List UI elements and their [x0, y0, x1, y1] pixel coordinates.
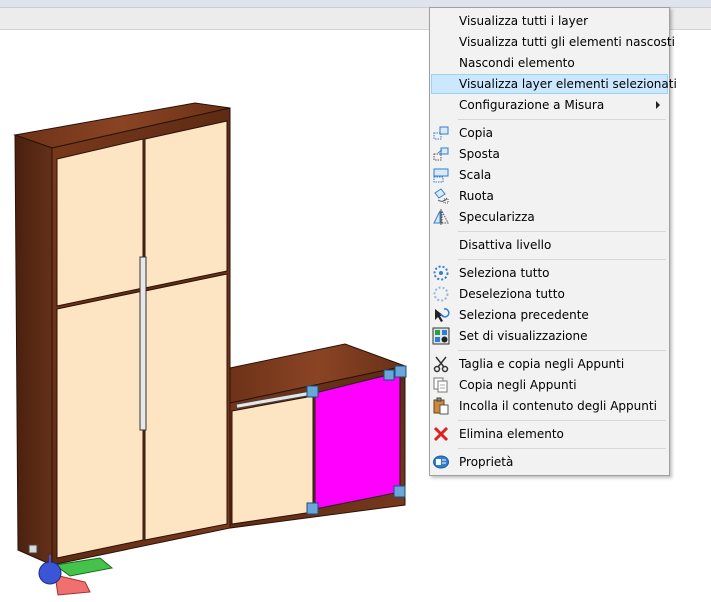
- menu-item-label: Set di visualizzazione: [459, 329, 588, 343]
- menu-item-label: Incolla il contenuto degli Appunti: [459, 399, 657, 413]
- low-cabinet-door: [231, 395, 314, 525]
- menu-separator: [458, 259, 666, 260]
- menu-item-label: Elimina elemento: [459, 427, 564, 441]
- move-icon: [432, 145, 450, 163]
- menu-item-label: Ruota: [459, 189, 494, 203]
- scissors-icon: [432, 355, 450, 373]
- menu-item-show-all-layers[interactable]: Visualizza tutti i layer: [431, 11, 668, 31]
- low-cabinet[interactable]: [229, 343, 407, 529]
- submenu-arrow-icon: [656, 101, 660, 109]
- menu-item-label: Proprietà: [459, 455, 514, 469]
- menu-item-paste[interactable]: Incolla il contenuto degli Appunti: [431, 396, 668, 416]
- cabinet-foot-left: [28, 544, 38, 554]
- menu-item-label: Configurazione a Misura: [459, 98, 605, 112]
- selected-panel: [314, 371, 401, 510]
- grip-top-right-a: [383, 369, 395, 381]
- display-set-icon: [432, 327, 450, 345]
- tall-cabinet-side: [14, 134, 53, 566]
- menu-item-custom-configuration[interactable]: Configurazione a Misura: [431, 95, 668, 115]
- menu-item-label: Scala: [459, 168, 492, 182]
- menu-item-label: Disattiva livello: [459, 238, 552, 252]
- menu-item-label: Copia: [459, 126, 494, 140]
- menu-item-label: Visualizza tutti gli elementi nascosti: [459, 35, 675, 49]
- menu-item-disable-level[interactable]: Disattiva livello: [431, 235, 668, 255]
- door-upper-left: [56, 138, 144, 307]
- menu-separator: [458, 119, 666, 120]
- context-menu: Visualizza tutti i layer Visualizza tutt…: [429, 7, 677, 476]
- menu-item-hide-element[interactable]: Nascondi elemento: [431, 53, 668, 73]
- mirror-icon: [432, 208, 450, 226]
- menu-item-label: Visualizza tutti i layer: [459, 14, 589, 28]
- menu-separator: [458, 350, 666, 351]
- properties-icon: [432, 453, 450, 471]
- menu-item-label: Deseleziona tutto: [459, 287, 565, 301]
- delete-x-icon: [432, 425, 450, 443]
- grip-bottom-left: [306, 502, 319, 515]
- menu-item-move[interactable]: Sposta: [431, 144, 668, 164]
- vertical-handle: [139, 256, 147, 431]
- menu-item-label: Seleziona tutto: [459, 266, 550, 280]
- clipboard-copy-icon: [432, 376, 450, 394]
- menu-separator: [458, 420, 666, 421]
- menu-item-mirror[interactable]: Specularizza: [431, 207, 668, 227]
- paste-icon: [432, 397, 450, 415]
- menu-item-label: Specularizza: [459, 210, 535, 224]
- menu-item-show-selected-layers[interactable]: Visualizza layer elementi selezionati: [431, 74, 677, 94]
- deselect-all-icon: [432, 285, 450, 303]
- door-lower-right: [144, 273, 228, 541]
- menu-item-label: Visualizza layer elementi selezionati: [459, 77, 677, 91]
- rotate-icon: [432, 187, 450, 205]
- menu-item-properties[interactable]: Proprietà: [431, 452, 668, 472]
- menu-item-deselect-all[interactable]: Deseleziona tutto: [431, 284, 668, 304]
- select-all-icon: [432, 264, 450, 282]
- menu-item-display-set[interactable]: Set di visualizzazione: [431, 326, 668, 346]
- menu-item-label: Taglia e copia negli Appunti: [459, 357, 625, 371]
- menu-item-label: Sposta: [459, 147, 500, 161]
- select-previous-icon: [432, 306, 450, 324]
- menu-item-label: Copia negli Appunti: [459, 378, 577, 392]
- menu-item-label: Nascondi elemento: [459, 56, 575, 70]
- menu-item-copy-clipboard[interactable]: Copia negli Appunti: [431, 375, 668, 395]
- menu-item-select-all[interactable]: Seleziona tutto: [431, 263, 668, 283]
- tall-cabinet[interactable]: [13, 102, 231, 566]
- grip-bottom-right: [393, 485, 406, 498]
- menu-item-copy[interactable]: Copia: [431, 123, 668, 143]
- menu-item-label: Seleziona precedente: [459, 308, 589, 322]
- door-lower-left: [56, 290, 144, 559]
- menu-item-select-previous[interactable]: Seleziona precedente: [431, 305, 668, 325]
- grip-top-left: [306, 385, 319, 398]
- menu-item-delete-element[interactable]: Elimina elemento: [431, 424, 668, 444]
- menu-item-show-hidden-elements[interactable]: Visualizza tutti gli elementi nascosti: [431, 32, 675, 52]
- scale-icon: [432, 166, 450, 184]
- menu-item-cut[interactable]: Taglia e copia negli Appunti: [431, 354, 668, 374]
- menu-item-scale[interactable]: Scala: [431, 165, 668, 185]
- door-upper-right: [144, 120, 228, 289]
- copy-objects-icon: [432, 124, 450, 142]
- ucs-axis-gizmo[interactable]: [38, 555, 114, 596]
- menu-separator: [458, 448, 666, 449]
- grip-top-right-b: [394, 365, 407, 378]
- menu-item-rotate[interactable]: Ruota: [431, 186, 668, 206]
- menu-separator: [458, 231, 666, 232]
